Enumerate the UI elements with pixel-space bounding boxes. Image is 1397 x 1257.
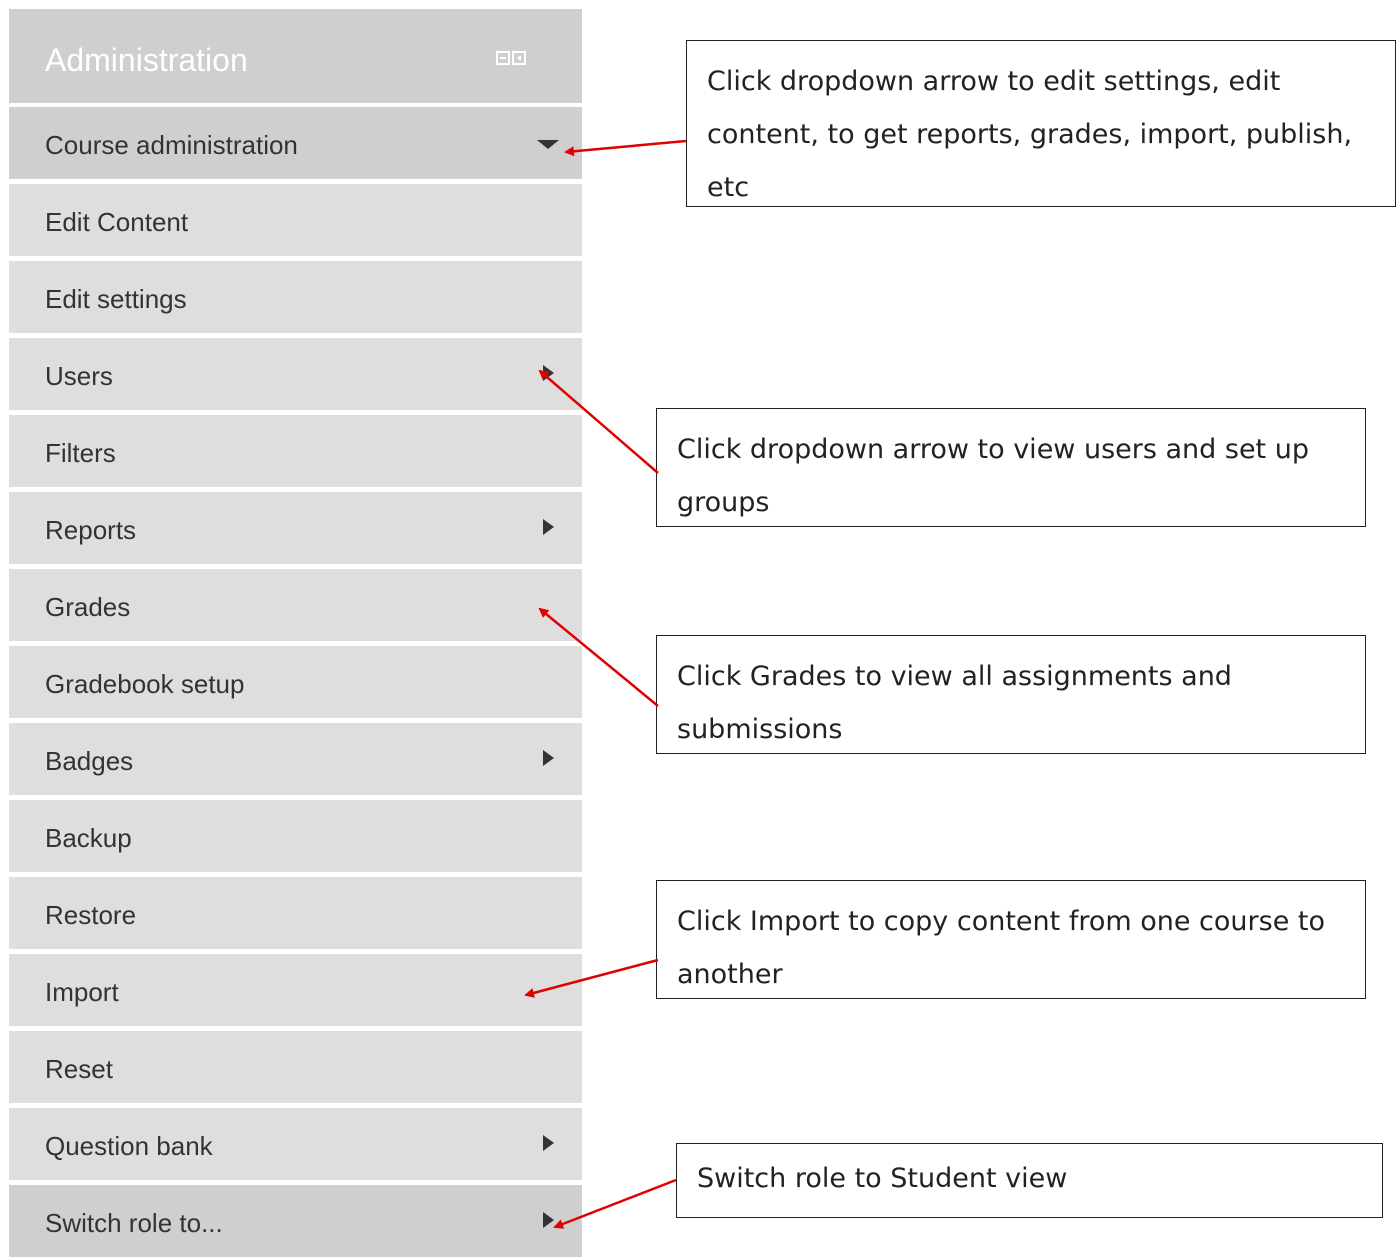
menu-item-users[interactable]: Users [9, 338, 582, 410]
callout-text: Click Grades to view all assignments and… [677, 661, 1232, 745]
callout-import: Click Import to copy content from one co… [656, 880, 1366, 999]
menu-item-label: Badges [45, 746, 134, 776]
menu-item-edit-content[interactable]: Edit Content [9, 184, 582, 256]
menu-item-backup[interactable]: Backup [9, 800, 582, 872]
callout-switch-role: Switch role to Student view [676, 1143, 1383, 1218]
caret-right-icon[interactable] [543, 1135, 554, 1151]
block-title: Administration [45, 42, 248, 78]
minimize-icon[interactable] [496, 51, 510, 65]
block-header: Administration [9, 9, 582, 103]
menu-item-label: Users [45, 361, 113, 391]
menu-item-import[interactable]: Import [9, 954, 582, 1026]
menu-item-gradebook-setup[interactable]: Gradebook setup [9, 646, 582, 718]
menu-item-label: Course administration [45, 130, 298, 160]
menu-item-label: Switch role to... [45, 1208, 223, 1238]
menu-item-label: Import [45, 977, 119, 1007]
caret-right-icon[interactable] [543, 519, 554, 535]
callout-text: Click Import to copy content from one co… [677, 906, 1325, 990]
menu-item-label: Filters [45, 438, 116, 468]
menu-item-grades[interactable]: Grades [9, 569, 582, 641]
block-controls [496, 51, 526, 65]
menu-item-restore[interactable]: Restore [9, 877, 582, 949]
menu-item-label: Gradebook setup [45, 669, 245, 699]
menu-item-badges[interactable]: Badges [9, 723, 582, 795]
caret-right-icon[interactable] [543, 365, 554, 381]
menu-item-question-bank[interactable]: Question bank [9, 1108, 582, 1180]
menu-item-label: Reports [45, 515, 137, 545]
menu-item-label: Edit settings [45, 284, 187, 314]
callout-course-administration: Click dropdown arrow to edit settings, e… [686, 40, 1396, 207]
callout-text: Switch role to Student view [697, 1163, 1068, 1194]
dock-icon[interactable] [512, 51, 526, 65]
callout-users: Click dropdown arrow to view users and s… [656, 408, 1366, 527]
callout-text: Click dropdown arrow to edit settings, e… [707, 66, 1353, 203]
menu-item-course-administration[interactable]: Course administration [9, 107, 582, 179]
callout-text: Click dropdown arrow to view users and s… [677, 434, 1309, 518]
arrow-course-administration [564, 139, 687, 157]
administration-block: Administration Course administration Edi… [9, 9, 582, 1257]
callout-grades: Click Grades to view all assignments and… [656, 635, 1366, 754]
menu-item-switch-role[interactable]: Switch role to... [9, 1185, 582, 1257]
menu-item-edit-settings[interactable]: Edit settings [9, 261, 582, 333]
menu-item-label: Backup [45, 823, 132, 853]
caret-down-icon[interactable] [537, 140, 559, 149]
menu-item-reports[interactable]: Reports [9, 492, 582, 564]
menu-item-label: Edit Content [45, 207, 189, 237]
menu-item-label: Grades [45, 592, 131, 622]
caret-right-icon[interactable] [543, 1212, 554, 1228]
menu-item-label: Reset [45, 1054, 113, 1084]
menu-item-reset[interactable]: Reset [9, 1031, 582, 1103]
menu-item-label: Question bank [45, 1131, 213, 1161]
caret-right-icon[interactable] [543, 750, 554, 766]
menu-item-filters[interactable]: Filters [9, 415, 582, 487]
menu-item-label: Restore [45, 900, 137, 930]
